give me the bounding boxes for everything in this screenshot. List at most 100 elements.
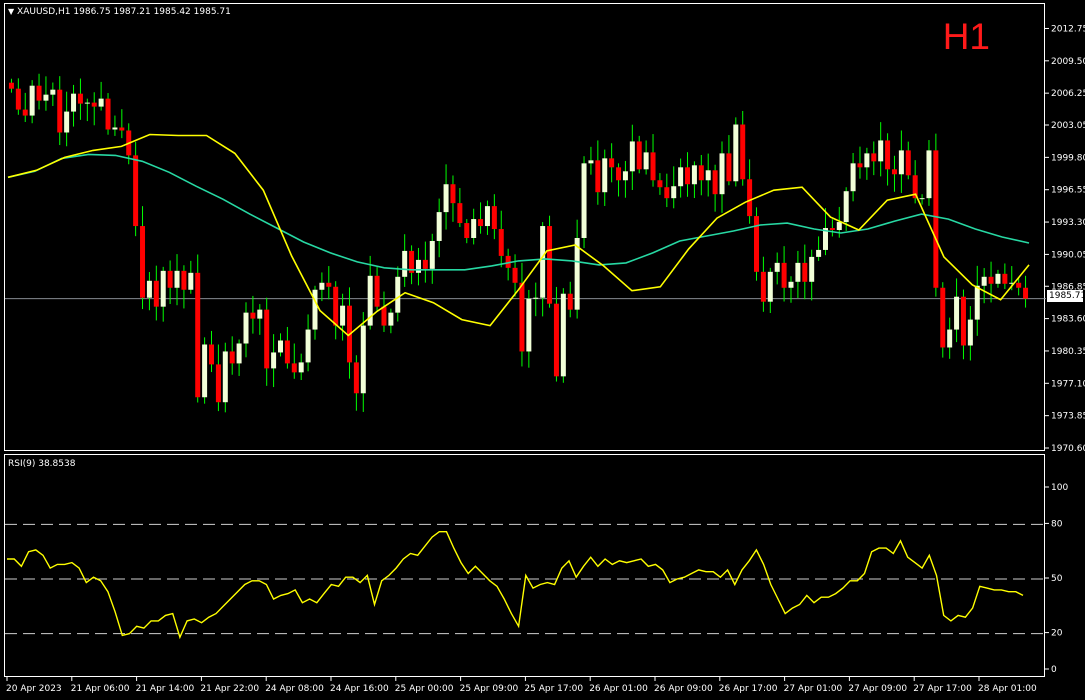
candle-body [388,312,394,326]
candle-body [395,276,401,313]
price-tick-label: 1999.80 [1051,153,1085,163]
candle-body [809,256,815,282]
candle-body [429,240,435,269]
price-tick-label: 1980.35 [1051,347,1085,357]
rsi-indicator-pane[interactable]: RSI(9) 38.8538 [4,454,1046,677]
candle-body [1016,282,1022,288]
candle-body [609,158,615,168]
time-tick-label: 24 Apr 08:00 [265,684,324,694]
candle-body [340,305,346,326]
candle-body [71,93,77,112]
candle-body [995,273,1001,284]
time-tick-label: 21 Apr 22:00 [200,684,259,694]
candle-body [312,289,318,330]
ohlc-values: 1986.75 1987.21 1985.42 1985.71 [73,7,231,17]
candle-body [643,152,649,170]
candle-body [250,312,256,319]
candle-body [298,362,304,373]
candle-body [512,267,518,283]
candle-body [795,262,801,282]
chart-menu-triangle-icon[interactable]: ▼ [8,7,14,16]
candle-body [209,344,215,365]
candle-body [533,297,539,299]
candle-body [22,109,28,116]
price-tick-label: 1990.05 [1051,250,1085,260]
time-tick-label: 25 Apr 00:00 [395,684,454,694]
candle-body [153,280,159,307]
candle-body [195,272,201,398]
candle-body [650,152,656,181]
candle-body [905,150,911,176]
candle-body [664,187,670,199]
candle-body [484,206,490,227]
candle-body [91,102,97,107]
candle-body [415,259,421,273]
candle-body [726,153,732,182]
candle-body [967,319,973,346]
candle-body [374,275,380,307]
candle-body [636,141,642,170]
time-tick-label: 28 Apr 01:00 [978,684,1037,694]
candle-body [560,293,566,377]
candle-body [43,94,49,101]
candle-body [933,150,939,288]
candle-body [105,98,111,130]
candle-body [519,282,525,352]
candle-body [257,309,263,319]
candle-body [981,276,987,286]
price-tick-label: 2012.75 [1051,24,1085,34]
candle-body [747,179,753,217]
time-tick-label: 27 Apr 17:00 [913,684,972,694]
candle-body [167,270,173,288]
candle-body [691,165,697,185]
time-tick-label: 25 Apr 17:00 [524,684,583,694]
price-tick-label: 1977.10 [1051,379,1085,389]
candle-body [478,219,484,227]
symbol-header: ▼ XAUUSD,H1 1986.75 1987.21 1985.42 1985… [8,7,231,17]
candle-body [871,153,877,162]
candle-body [816,249,822,257]
candle-body [491,206,497,230]
candle-body [188,272,194,290]
candle-body [616,167,622,181]
candle-body [857,163,863,168]
candle-body [885,140,891,170]
candle-body [291,363,297,373]
candle-body [960,296,966,346]
candle-body [767,271,773,302]
candle-body [547,226,553,304]
candle-body [8,82,14,89]
candle-body [36,85,42,101]
candle-body [457,203,463,224]
candle-body [954,296,960,330]
candle-body [112,127,118,130]
price-chart-pane[interactable]: ▼ XAUUSD,H1 1986.75 1987.21 1985.42 1985… [4,3,1046,451]
price-tick-label: 2003.05 [1051,121,1085,131]
chart-window[interactable]: ▼ XAUUSD,H1 1986.75 1987.21 1985.42 1985… [0,0,1085,700]
rsi-line [7,530,1024,640]
candle-body [319,282,325,290]
candle-body [277,340,283,353]
price-tick-label: 1970.60 [1051,444,1085,454]
time-tick-label: 20 Apr 2023 [6,684,62,694]
candle-body [443,184,449,213]
candle-body [947,329,953,348]
time-tick-label: 27 Apr 09:00 [848,684,907,694]
candle-body [181,270,187,290]
candle-body [29,85,35,116]
timeframe-badge: H1 [942,16,990,57]
candle-body [719,153,725,195]
candle-body [974,285,980,320]
candle-body [353,362,359,394]
candle-body [381,306,387,326]
candle-body [133,155,139,227]
price-tick-label: 1983.60 [1051,315,1085,325]
candle-body [174,270,180,288]
candle-body [119,127,125,131]
candle-body [781,262,787,288]
candle-body [774,262,780,272]
candle-body [788,281,794,288]
candle-body [305,329,311,363]
candle-body [526,298,532,352]
candle-body [229,351,235,364]
